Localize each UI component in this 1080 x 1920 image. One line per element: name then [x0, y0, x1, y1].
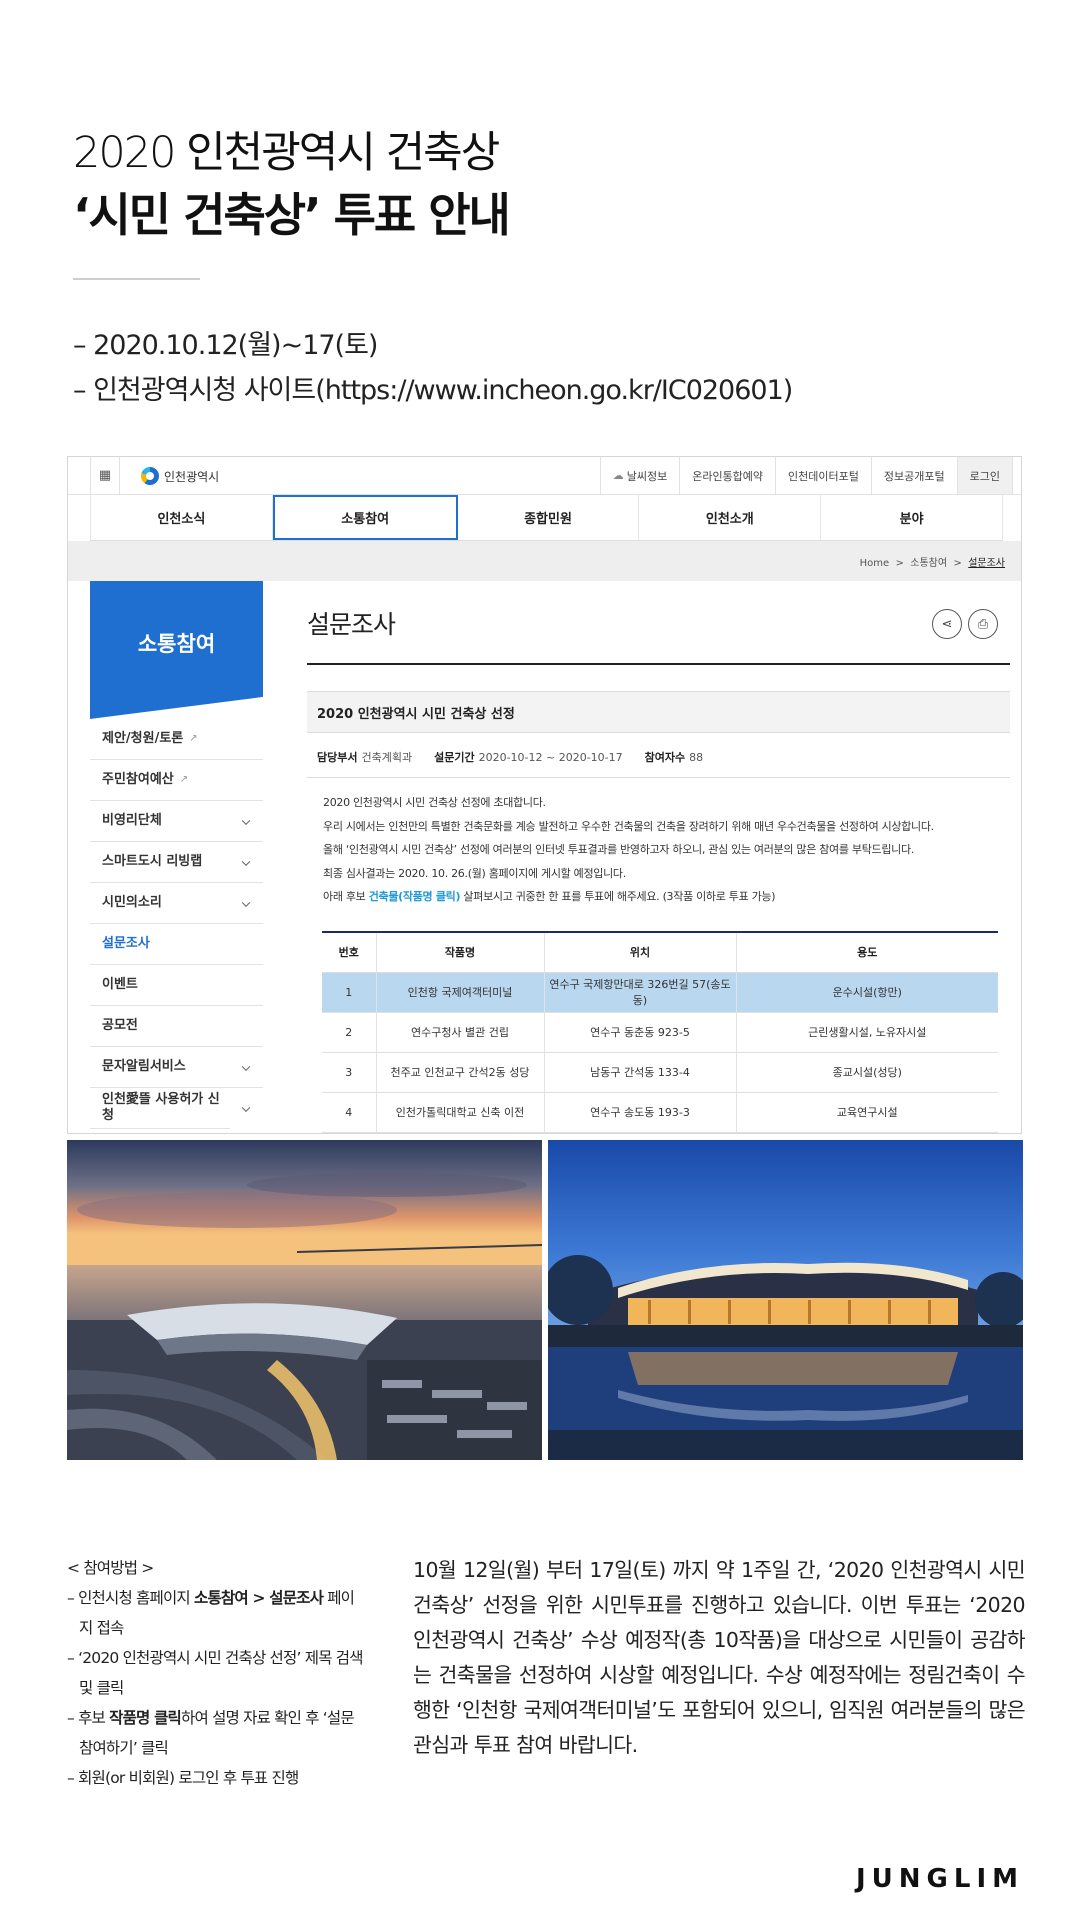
- chevron-down-icon: [241, 1062, 251, 1071]
- chevron-down-icon: [241, 1103, 251, 1112]
- junglim-logo: JUNGLIM: [855, 1864, 1024, 1894]
- site-topbar: ▦ 인천광역시 ☁ 날씨정보 온라인통합예약 인천데이터포털 정보공개포털 로그인: [68, 457, 1021, 495]
- nav-civil-service[interactable]: 종합민원: [458, 495, 640, 540]
- candidate-title-link[interactable]: 인천가톨릭대학교 신축 이전: [376, 1092, 545, 1133]
- table-row[interactable]: 2 연수구청사 별관 건립 연수구 동춘동 923-5 근린생활시설, 노유자시…: [322, 1012, 998, 1053]
- util-weather[interactable]: ☁ 날씨정보: [599, 457, 679, 494]
- util-info-portal[interactable]: 정보공개포털: [870, 457, 957, 494]
- how-to-participate: < 참여방법 > – 인천시청 홈페이지 소통참여 > 설문조사 페이지 접속 …: [67, 1553, 367, 1793]
- print-icon[interactable]: ⎙: [968, 609, 998, 639]
- table-row[interactable]: 3 천주교 인천교구 간석2동 성당 남동구 간석동 133-4 종교시설(성당…: [322, 1052, 998, 1093]
- page-title-line2: ‘시민 건축상’ 투표 안내: [73, 188, 511, 242]
- table-row[interactable]: 1 인천항 국제여객터미널 연수구 국제항만대로 326번길 57(송도동) 운…: [322, 972, 998, 1013]
- how-step-1: – 인천시청 홈페이지 소통참여 > 설문조사 페이지 접속: [67, 1589, 355, 1637]
- side-nav-item-proposal[interactable]: 제안/청원/토론 ↗: [90, 719, 263, 760]
- chevron-down-icon: [241, 857, 251, 866]
- survey-meta: 담당부서 건축계획과 설문기간 2020-10-12 ~ 2020-10-17 참여…: [317, 751, 704, 764]
- terminal-night-photo: [548, 1140, 1023, 1460]
- breadcrumb: Home > 소통참여 > 설문조사: [859, 558, 1005, 569]
- utility-links: ☁ 날씨정보 온라인통합예약 인천데이터포털 정보공개포털 로그인: [599, 457, 1013, 494]
- breadcrumb-bar: Home > 소통참여 > 설문조사: [68, 541, 1021, 581]
- how-step-3: – 후보 작품명 클릭하여 설명 자료 확인 후 ‘설문 참여하기’ 클릭: [67, 1709, 355, 1757]
- event-description: 10월 12일(월) 부터 17일(토) 까지 약 1주일 간, ‘2020 인…: [413, 1558, 1026, 1757]
- side-nav-item-sms[interactable]: 문자알림서비스: [90, 1047, 263, 1088]
- candidate-table: 번호 작품명 위치 용도 1 인천항 국제여객터미널 연수구 국제항만대로 32…: [322, 931, 998, 1133]
- terminal-aerial-photo: [67, 1140, 542, 1460]
- incheon-logo-icon: [141, 467, 159, 485]
- side-nav-title: 소통참여: [90, 581, 263, 719]
- vote-period: – 2020.10.12(월)~17(토): [73, 330, 378, 361]
- breadcrumb-section[interactable]: 소통참여: [910, 558, 947, 569]
- side-nav-item-event[interactable]: 이벤트: [90, 965, 263, 1006]
- content-title: 설문조사: [307, 610, 396, 639]
- chevron-down-icon: [241, 898, 251, 907]
- util-data-portal[interactable]: 인천데이터포털: [775, 457, 871, 494]
- grid-menu-icon[interactable]: ▦: [90, 457, 120, 494]
- site-logo-text: 인천광역시: [164, 469, 220, 484]
- side-nav: 소통참여 제안/청원/토론 ↗ 주민참여예산 ↗ 비영리단체 스마트도시 리빙랩 시…: [90, 581, 263, 1133]
- website-screenshot: ▦ 인천광역시 ☁ 날씨정보 온라인통합예약 인천데이터포털 정보공개포털 로그인…: [67, 456, 1022, 1134]
- candidate-title-link[interactable]: 인천항 국제여객터미널: [376, 972, 545, 1013]
- vote-site: – 인천광역시청 사이트(https://www.incheon.go.kr/I…: [73, 375, 793, 406]
- candidate-title-link[interactable]: 연수구청사 별관 건립: [376, 1012, 545, 1053]
- col-header-location: 위치: [544, 931, 737, 973]
- side-nav-item-survey[interactable]: 설문조사: [90, 924, 263, 965]
- breadcrumb-current[interactable]: 설문조사: [968, 558, 1005, 569]
- util-reservation[interactable]: 온라인통합예약: [679, 457, 775, 494]
- table-row[interactable]: 4 인천가톨릭대학교 신축 이전 연수구 송도동 193-3 교육연구시설: [322, 1092, 998, 1133]
- login-button[interactable]: 로그인: [956, 457, 1013, 494]
- side-nav-item-budget[interactable]: 주민참여예산 ↗: [90, 760, 263, 801]
- nav-fields[interactable]: 분야: [821, 495, 1003, 540]
- side-nav-item-contest[interactable]: 공모전: [90, 1006, 263, 1047]
- external-link-icon: ↗: [189, 733, 198, 744]
- col-header-usage: 용도: [736, 931, 998, 973]
- side-nav-item-permit[interactable]: 인천愛뜰 사용허가 신청: [90, 1088, 251, 1129]
- col-header-title: 작품명: [376, 931, 545, 973]
- external-link-icon: ↗: [179, 774, 189, 785]
- title-divider: [73, 278, 200, 280]
- nav-participation[interactable]: 소통참여: [272, 495, 458, 540]
- nav-about-incheon[interactable]: 인천소개: [639, 495, 822, 540]
- candidate-title-link[interactable]: 천주교 인천교구 간석2동 성당: [376, 1052, 545, 1093]
- nav-incheon-news[interactable]: 인천소식: [91, 495, 273, 540]
- page-title-line1: 2020 인천광역시 건축상: [73, 128, 500, 178]
- chevron-down-icon: [241, 816, 251, 825]
- col-header-number: 번호: [322, 931, 377, 973]
- survey-description: 2020 인천광역시 시민 건축상 선정에 초대합니다. 우리 시에서는 인천만…: [323, 796, 934, 903]
- share-icon[interactable]: ⋖: [932, 609, 962, 639]
- main-nav: 인천소식 소통참여 종합민원 인천소개 분야: [90, 495, 1003, 541]
- cloud-icon: ☁: [612, 469, 624, 482]
- how-step-2: – ‘2020 인천광역시 시민 건축상 선정’ 제목 검색 및 클릭: [67, 1649, 364, 1697]
- site-logo[interactable]: 인천광역시: [141, 467, 219, 485]
- title-underline: [307, 663, 1010, 665]
- side-nav-item-livinglab[interactable]: 스마트도시 리빙랩: [90, 842, 263, 883]
- breadcrumb-home[interactable]: Home: [860, 558, 890, 569]
- side-nav-item-nonprofit[interactable]: 비영리단체: [90, 801, 263, 842]
- content-tools: ⋖ ⎙: [932, 609, 998, 639]
- survey-separator: [307, 777, 1010, 778]
- how-heading: < 참여방법 >: [67, 1559, 154, 1577]
- candidate-link[interactable]: 건축물(작품명 클릭): [369, 890, 461, 903]
- side-nav-item-voice[interactable]: 시민의소리: [90, 883, 263, 924]
- survey-title: 2020 인천광역시 시민 건축상 선정: [307, 691, 1010, 733]
- how-step-4: – 회원(or 비회원) 로그인 후 투표 진행: [67, 1769, 299, 1787]
